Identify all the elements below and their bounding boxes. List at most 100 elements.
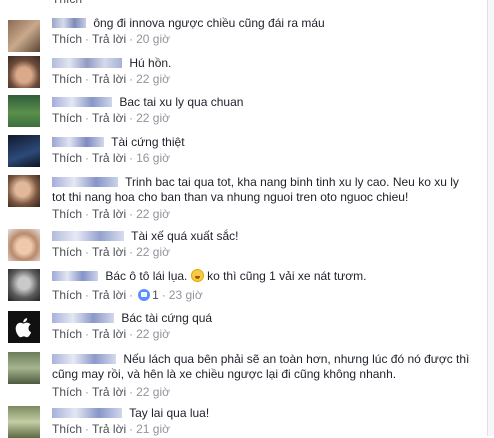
timestamp[interactable]: 22 giờ xyxy=(136,111,170,125)
like-link[interactable]: Thích xyxy=(52,245,82,259)
timestamp[interactable]: 23 giờ xyxy=(169,288,203,302)
reply-link[interactable]: Trả lời xyxy=(92,207,126,221)
reply-link[interactable]: Trả lời xyxy=(92,151,126,165)
comment-text-part-2: ko thì cũng 1 vải xe nát tươm. xyxy=(207,269,367,283)
comment-actions: Thích · Trả lời · 22 giờ xyxy=(52,207,170,221)
commenter-name-blurred[interactable] xyxy=(52,271,98,281)
comment-text-line-1: Nếu lách qua bên phải sẽ an toàn hơn, nh… xyxy=(123,352,470,366)
timestamp[interactable]: 22 giờ xyxy=(136,245,170,259)
comment-body: ông đi innova ngược chiều cũng đái ra má… xyxy=(52,16,486,31)
reply-link[interactable]: Trả lời xyxy=(92,111,126,125)
commenter-name-blurred[interactable] xyxy=(52,58,122,68)
like-link[interactable]: Thích xyxy=(52,32,82,46)
comment-body: Trinh bac tai qua tot, kha nang binh tin… xyxy=(52,175,486,205)
avatar[interactable] xyxy=(8,406,40,438)
like-link[interactable]: Thích xyxy=(52,422,82,436)
comment-item: Tay lai qua lua! Thích · Trả lời · 21 giờ xyxy=(8,406,486,438)
like-link[interactable]: Thích xyxy=(52,72,82,86)
like-link[interactable]: Thích xyxy=(52,207,82,221)
like-count[interactable]: 1 xyxy=(152,288,159,302)
avatar[interactable] xyxy=(8,311,40,343)
comment-item: Bác ô tô lái lụa. ko thì cũng 1 vải xe n… xyxy=(8,269,486,303)
comment-text: Bác tài cứng quá xyxy=(121,311,213,325)
comment-text-line-2: cũng may rồi, và hên là xe chiều ngược l… xyxy=(52,367,397,381)
commenter-name-blurred[interactable] xyxy=(52,18,86,28)
like-link[interactable]: Thích xyxy=(52,288,82,302)
commenter-name-blurred[interactable] xyxy=(52,313,114,323)
avatar[interactable] xyxy=(8,20,40,52)
timestamp[interactable]: 20 giờ xyxy=(136,32,170,46)
commenter-name-blurred[interactable] xyxy=(52,231,124,241)
reply-link[interactable]: Trả lời xyxy=(92,32,126,46)
comment-item: Trinh bac tai qua tot, kha nang binh tin… xyxy=(8,175,486,223)
timestamp[interactable]: 16 giờ xyxy=(136,151,170,165)
like-link[interactable]: Thích xyxy=(52,111,82,125)
right-border xyxy=(487,0,494,436)
comment-body: Tài cứng thiệt xyxy=(52,135,486,150)
commenter-name-blurred[interactable] xyxy=(52,354,116,364)
avatar[interactable] xyxy=(8,352,40,384)
avatar[interactable] xyxy=(8,175,40,207)
comment-body: Hú hồn. xyxy=(52,56,486,71)
comment-body: Bác ô tô lái lụa. ko thì cũng 1 vải xe n… xyxy=(52,269,486,284)
comment-text: Hú hồn. xyxy=(129,56,172,70)
comment-actions: Thích · Trả lời · 16 giờ xyxy=(52,151,170,165)
comment-text-part-1: Bác ô tô lái lụa. xyxy=(105,269,188,283)
comment-actions: Thích · Trả lời · 21 giờ xyxy=(52,422,170,436)
timestamp[interactable]: 21 giờ xyxy=(136,422,170,436)
reply-link[interactable]: Trả lời xyxy=(92,422,126,436)
comment-text: Tay lai qua lua! xyxy=(129,406,210,420)
comment-item: Tài xế quá xuất sắc! Thích · Trả lời · 22 gi… xyxy=(8,229,486,263)
like-count-icon[interactable] xyxy=(138,289,151,301)
avatar[interactable] xyxy=(8,229,40,261)
avatar[interactable] xyxy=(8,56,40,88)
timestamp[interactable]: 22 giờ xyxy=(136,72,170,86)
commenter-name-blurred[interactable] xyxy=(52,177,118,187)
comment-actions: Thích · Trả lời · 1 · 23 giờ xyxy=(52,288,203,302)
comment-actions: Thích · Trả lời · 22 giờ xyxy=(52,245,170,259)
comment-actions: Thích · Trả lời · 22 giờ xyxy=(52,72,170,86)
like-link[interactable]: Thích xyxy=(52,327,82,341)
reply-link[interactable]: Trả lời xyxy=(92,72,126,86)
reply-link[interactable]: Trả lời xyxy=(92,385,126,399)
avatar[interactable] xyxy=(8,269,40,301)
comment-item: ông đi innova ngược chiều cũng đái ra má… xyxy=(8,16,486,52)
timestamp[interactable]: 22 giờ xyxy=(136,327,170,341)
comment-body: Tay lai qua lua! xyxy=(52,406,486,421)
comment-body: Nếu lách qua bên phải sẽ an toàn hơn, nh… xyxy=(52,352,486,382)
commenter-name-blurred[interactable] xyxy=(52,97,112,107)
commenter-name-blurred[interactable] xyxy=(52,408,122,418)
timestamp[interactable]: 22 giờ xyxy=(136,207,170,221)
comment-actions: Thích · Trả lời · 22 giờ xyxy=(52,385,170,399)
comment-actions-top: Thích xyxy=(52,0,82,6)
comment-text: ông đi innova ngược chiều cũng đái ra má… xyxy=(93,16,325,30)
comment-actions: Thích · Trả lời · 22 giờ xyxy=(52,111,170,125)
comment-text: Tài cứng thiệt xyxy=(111,135,185,149)
comment-actions: Thích · Trả lời · 22 giờ xyxy=(52,327,170,341)
like-link[interactable]: Thích xyxy=(52,385,82,399)
comment-text: Bac tai xu ly qua chuan xyxy=(119,95,244,109)
like-link[interactable]: Thích xyxy=(52,0,82,6)
comment-item: Hú hồn. Thích · Trả lời · 22 giờ xyxy=(8,56,486,90)
like-link[interactable]: Thích xyxy=(52,151,82,165)
comment-item: Bac tai xu ly qua chuan Thích · Trả lời · 22… xyxy=(8,95,486,129)
comment-body: Bac tai xu ly qua chuan xyxy=(52,95,486,110)
apple-logo-icon xyxy=(15,318,32,338)
comment-body: Tài xế quá xuất sắc! xyxy=(52,229,486,244)
comment-actions: Thích · Trả lời · 20 giờ xyxy=(52,32,170,46)
commenter-name-blurred[interactable] xyxy=(52,137,104,147)
comment-text-line-1: Trinh bac tai qua tot, kha nang binh tin… xyxy=(125,175,459,189)
comment-item: Nếu lách qua bên phải sẽ an toàn hơn, nh… xyxy=(8,352,486,400)
reply-link[interactable]: Trả lời xyxy=(92,327,126,341)
smile-emoji-icon xyxy=(190,269,204,282)
timestamp[interactable]: 22 giờ xyxy=(136,385,170,399)
reply-link[interactable]: Trả lời xyxy=(92,288,126,302)
reply-link[interactable]: Trả lời xyxy=(92,245,126,259)
comment-item: Tài cứng thiệt Thích · Trả lời · 16 giờ xyxy=(8,135,486,169)
comment-text: Tài xế quá xuất sắc! xyxy=(131,229,239,243)
comment-text-line-2: tot thi nang hoa cho ban than va nhung n… xyxy=(52,190,409,204)
avatar[interactable] xyxy=(8,95,40,127)
comment-item: Bác tài cứng quá Thích · Trả lời · 22 giờ xyxy=(8,311,486,345)
avatar[interactable] xyxy=(8,135,40,167)
comment-body: Bác tài cứng quá xyxy=(52,311,486,326)
